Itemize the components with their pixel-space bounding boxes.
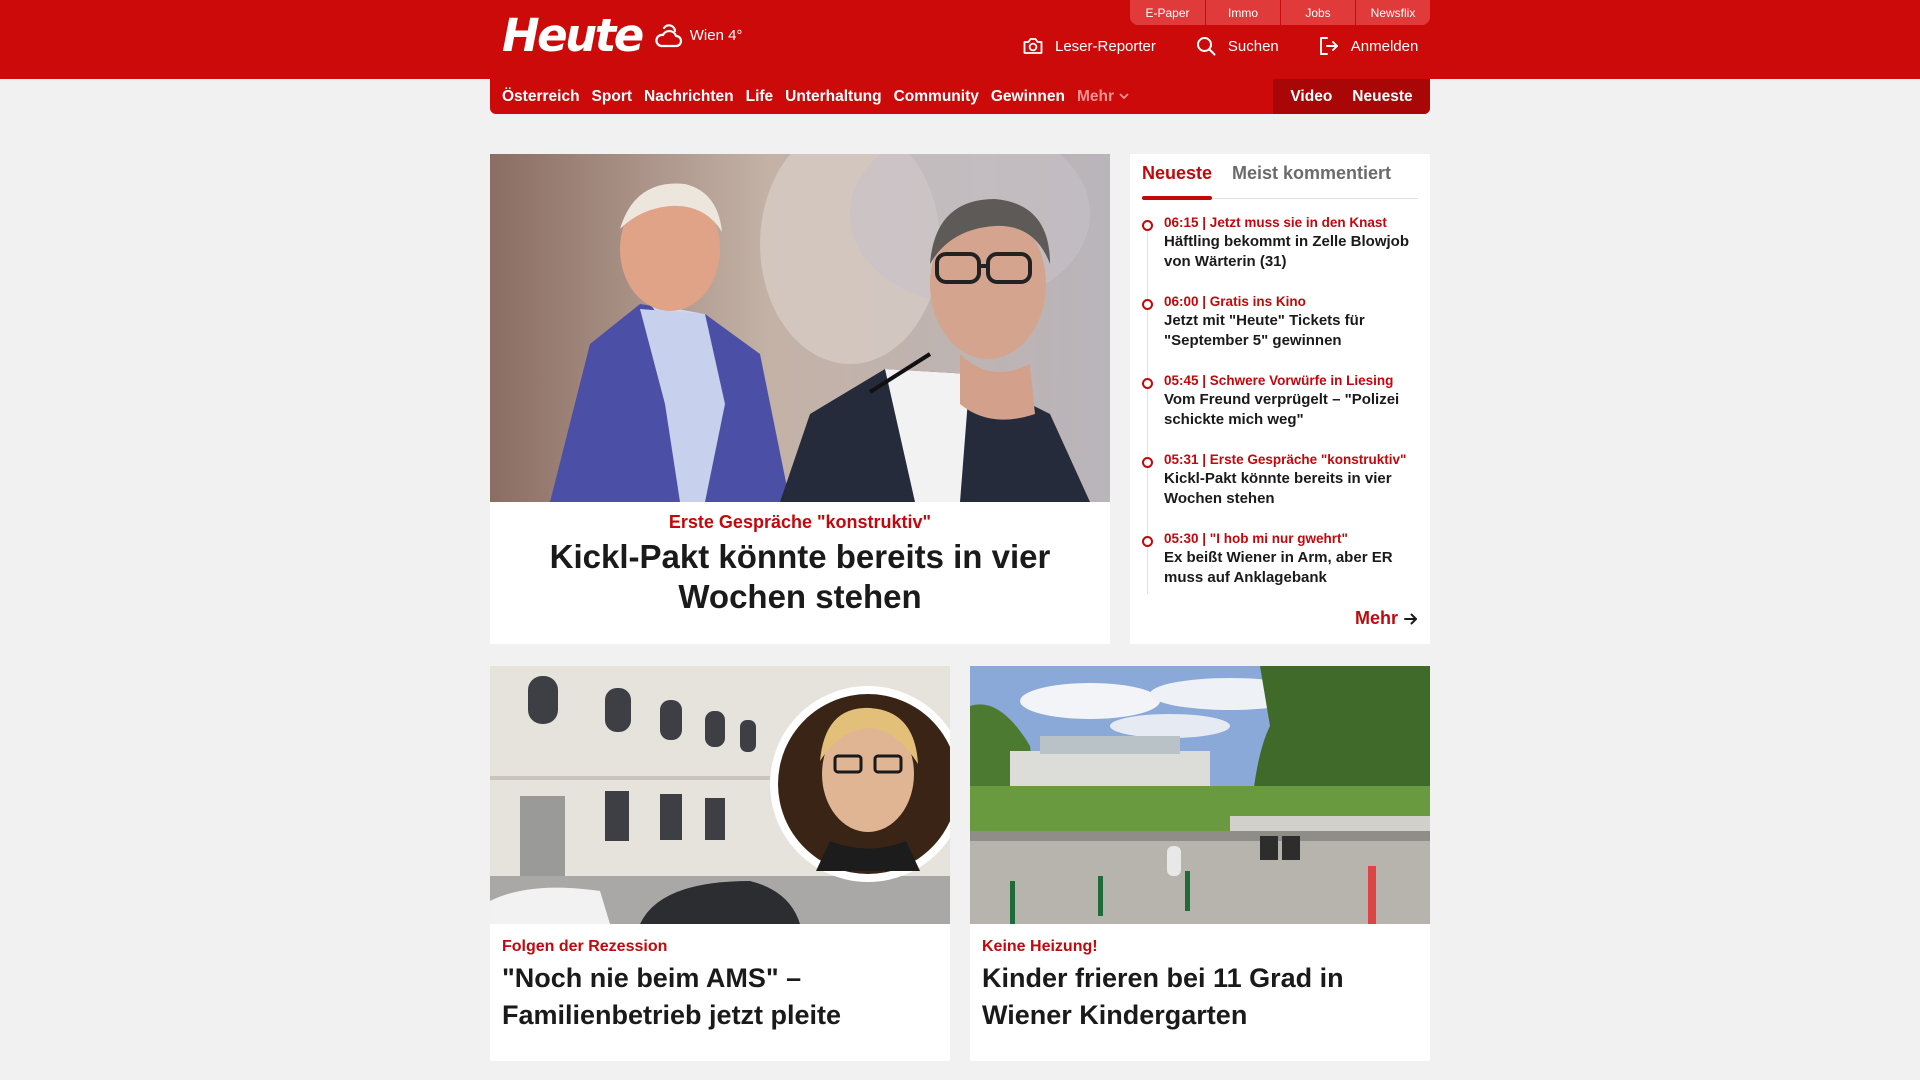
login-icon [1319, 37, 1338, 55]
arrow-right-icon [1404, 613, 1417, 624]
search-label: Suchen [1227, 37, 1279, 55]
article-kicker: Folgen der Rezession [502, 938, 668, 955]
news-timeline: 06:15 | Jetzt muss sie in den Knast Häft… [1142, 214, 1422, 609]
nav-more-dropdown[interactable]: Mehr [1077, 88, 1129, 106]
sidebar-more-link[interactable]: Mehr [1355, 608, 1418, 629]
header-actions: Leser-Reporter Suchen Anmelden [1023, 34, 1418, 58]
timeline-title[interactable]: Vom Freund verprügelt – "Polizei schickt… [1164, 390, 1422, 430]
timeline-title[interactable]: Häftling bekommt in Zelle Blowjob von Wä… [1164, 232, 1422, 272]
chevron-down-icon [1119, 93, 1129, 100]
timeline-meta: 05:30 | "I hob mi nur gwehrt" [1164, 531, 1348, 546]
weather-label: Wien 4° [689, 26, 743, 44]
article-image[interactable] [970, 666, 1430, 924]
tab-neueste[interactable]: Neueste [1142, 163, 1212, 184]
tab-newsflix[interactable]: Newsflix [1355, 0, 1430, 25]
article-title[interactable]: Kinder frieren bei 11 Grad in Wiener Kin… [982, 960, 1412, 1034]
nav-video[interactable]: Video [1290, 88, 1332, 106]
nav-item-unterhaltung[interactable]: Unterhaltung [785, 88, 881, 106]
timeline-item[interactable]: 05:31 | Erste Gespräche "konstruktiv" Ki… [1142, 451, 1422, 530]
nav-item-nachrichten[interactable]: Nachrichten [644, 88, 734, 106]
article-kicker: Keine Heizung! [982, 938, 1098, 955]
article-card[interactable]: Keine Heizung! Kinder frieren bei 11 Gra… [970, 666, 1430, 1061]
active-tab-indicator [1142, 196, 1212, 200]
timeline-dot [1142, 220, 1153, 231]
tab-epaper[interactable]: E-Paper [1130, 0, 1205, 25]
timeline-meta: 06:15 | Jetzt muss sie in den Knast [1164, 215, 1387, 230]
brand: Heute Wien 4° [502, 10, 742, 60]
timeline-meta: 05:45 | Schwere Vorwürfe in Liesing [1164, 373, 1394, 388]
nav-item-life[interactable]: Life [746, 88, 774, 106]
nav-neueste[interactable]: Neueste [1352, 88, 1412, 106]
hero-kicker: Erste Gespräche "konstruktiv" [668, 512, 932, 532]
leser-reporter-label: Leser-Reporter [1055, 37, 1156, 55]
hero-image[interactable] [490, 154, 1110, 502]
timeline-meta: 06:00 | Gratis ins Kino [1164, 294, 1306, 309]
article-title[interactable]: "Noch nie beim AMS" – Familienbetrieb je… [502, 960, 932, 1034]
tab-jobs[interactable]: Jobs [1280, 0, 1355, 25]
login-button[interactable]: Anmelden [1319, 36, 1419, 56]
leser-reporter-button[interactable]: Leser-Reporter [1023, 37, 1156, 55]
utility-tabs: E-Paper Immo Jobs Newsflix [1130, 0, 1430, 25]
top-header [0, 0, 1920, 79]
timeline-title[interactable]: Kickl-Pakt könnte bereits in vier Wochen… [1164, 469, 1422, 509]
news-sidebar: Neueste Meist kommentiert 06:15 | Jetzt … [1130, 154, 1430, 644]
weather-widget[interactable]: Wien 4° [652, 20, 743, 50]
nav-item-sport[interactable]: Sport [592, 88, 632, 106]
main-nav: Österreich Sport Nachrichten Life Unterh… [490, 79, 1430, 114]
timeline-title[interactable]: Ex beißt Wiener in Arm, aber ER muss auf… [1164, 548, 1422, 588]
heute-logo[interactable]: Heute [502, 13, 644, 58]
nav-right-group: Video Neueste [1273, 79, 1430, 114]
timeline-dot [1142, 378, 1153, 389]
timeline-item[interactable]: 06:15 | Jetzt muss sie in den Knast Häft… [1142, 214, 1422, 293]
timeline-item[interactable]: 06:00 | Gratis ins Kino Jetzt mit "Heute… [1142, 293, 1422, 372]
timeline-title[interactable]: Jetzt mit "Heute" Tickets für "September… [1164, 311, 1422, 351]
search-button[interactable]: Suchen [1196, 36, 1279, 56]
tab-immo[interactable]: Immo [1205, 0, 1280, 25]
sidebar-tabs: Neueste Meist kommentiert [1142, 154, 1418, 200]
timeline-dot [1142, 536, 1153, 547]
nav-item-gewinnen[interactable]: Gewinnen [991, 88, 1065, 106]
nav-more-label: Mehr [1076, 87, 1114, 105]
login-label: Anmelden [1350, 37, 1419, 55]
hero-title[interactable]: Kickl-Pakt könnte bereits in vier Wochen… [530, 537, 1070, 617]
article-card[interactable]: Folgen der Rezession "Noch nie beim AMS"… [490, 666, 950, 1061]
nav-item-oesterreich[interactable]: Österreich [502, 88, 580, 106]
timeline-dot [1142, 299, 1153, 310]
timeline-item[interactable]: 05:30 | "I hob mi nur gwehrt" Ex beißt W… [1142, 530, 1422, 609]
article-image[interactable] [490, 666, 950, 924]
timeline-item[interactable]: 05:45 | Schwere Vorwürfe in Liesing Vom … [1142, 372, 1422, 451]
camera-icon [1023, 38, 1043, 54]
nav-item-community[interactable]: Community [894, 88, 979, 106]
sidebar-more-label: Mehr [1354, 608, 1398, 628]
search-icon [1196, 37, 1216, 56]
hero-article[interactable]: Erste Gespräche "konstruktiv" Kickl-Pakt… [490, 154, 1110, 644]
timeline-meta: 05:31 | Erste Gespräche "konstruktiv" [1164, 452, 1407, 467]
timeline-dot [1142, 457, 1153, 468]
cloud-sun-icon [655, 24, 682, 48]
tab-meist-kommentiert[interactable]: Meist kommentiert [1232, 163, 1391, 184]
